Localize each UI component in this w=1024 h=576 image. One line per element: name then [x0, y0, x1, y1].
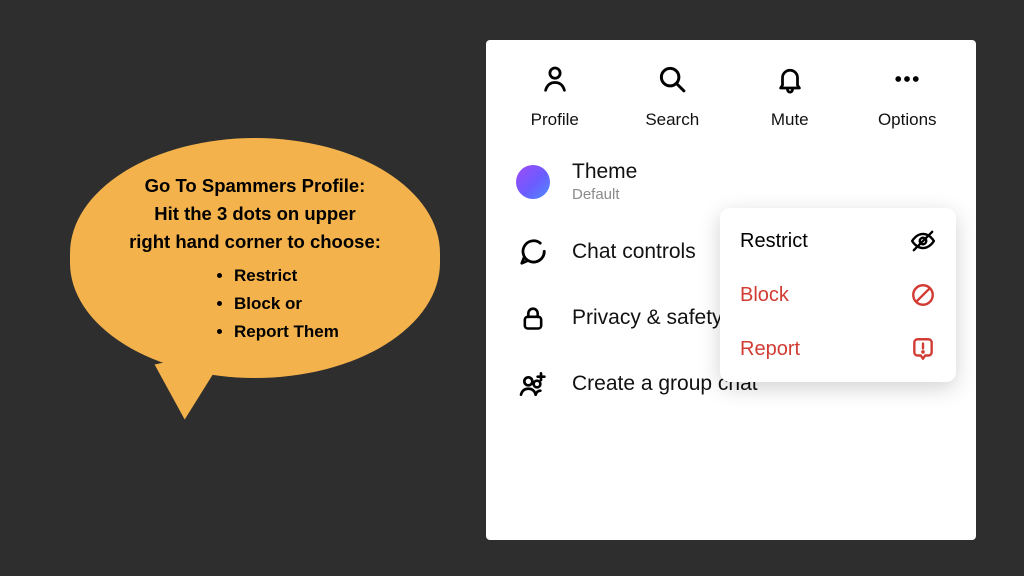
theme-title: Theme	[572, 160, 637, 184]
bubble-line-1: Go To Spammers Profile:	[145, 175, 366, 196]
report-icon	[910, 336, 936, 362]
theme-row[interactable]: Theme Default	[516, 160, 950, 203]
block-label: Block	[740, 284, 789, 307]
theme-value: Default	[572, 186, 637, 203]
privacy-label: Privacy & safety	[572, 306, 723, 330]
report-option[interactable]: Report	[720, 322, 956, 376]
bubble-bullet: Restrict	[234, 262, 406, 290]
instruction-bubble: Go To Spammers Profile: Hit the 3 dots o…	[70, 138, 440, 378]
theme-icon	[516, 165, 550, 199]
mute-label: Mute	[771, 110, 809, 130]
options-label: Options	[878, 110, 937, 130]
block-icon	[910, 282, 936, 308]
lock-icon	[516, 301, 550, 335]
chat-icon	[516, 235, 550, 269]
restrict-icon	[910, 228, 936, 254]
block-option[interactable]: Block	[720, 268, 956, 322]
report-label: Report	[740, 338, 800, 361]
search-button[interactable]: Search	[624, 62, 720, 130]
bubble-bullet: Block or	[234, 290, 406, 318]
bubble-text: Go To Spammers Profile: Hit the 3 dots o…	[104, 172, 406, 256]
mute-button[interactable]: Mute	[742, 62, 838, 130]
bubble-bullet: Report Them	[234, 318, 406, 346]
search-icon	[655, 62, 689, 96]
restrict-option[interactable]: Restrict	[720, 214, 956, 268]
profile-button[interactable]: Profile	[507, 62, 603, 130]
bubble-list: Restrict Block or Report Them	[104, 262, 406, 346]
bubble-line-2: Hit the 3 dots on upper	[154, 203, 355, 224]
search-label: Search	[645, 110, 699, 130]
options-button[interactable]: Options	[859, 62, 955, 130]
more-dots-icon	[890, 62, 924, 96]
bubble-line-3: right hand corner to choose:	[129, 231, 381, 252]
restrict-label: Restrict	[740, 230, 808, 253]
bell-icon	[773, 62, 807, 96]
group-add-icon	[516, 367, 550, 401]
settings-panel: Profile Search Mute Options Theme De	[486, 40, 976, 540]
chat-controls-label: Chat controls	[572, 240, 696, 264]
profile-label: Profile	[531, 110, 579, 130]
top-toolbar: Profile Search Mute Options	[486, 40, 976, 130]
options-menu: Restrict Block Report	[720, 208, 956, 382]
profile-icon	[538, 62, 572, 96]
